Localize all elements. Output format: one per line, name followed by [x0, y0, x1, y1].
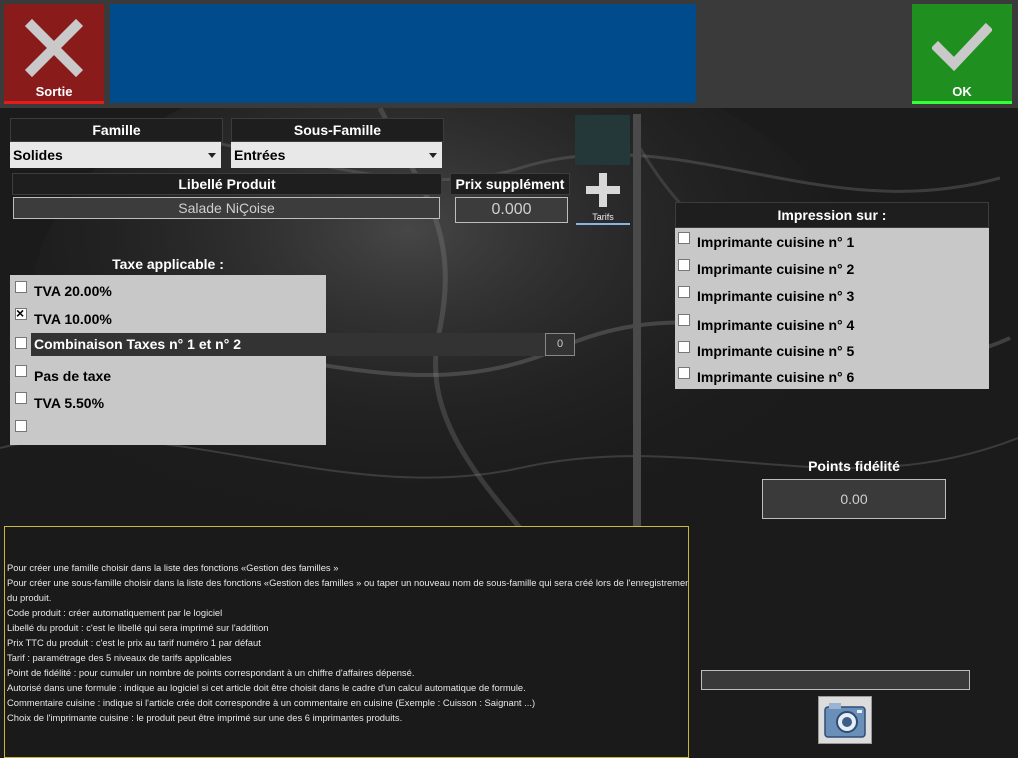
help-line: Choix de l'imprimante cuisine : le produ…: [7, 712, 403, 723]
color-swatch: [575, 115, 630, 165]
help-line: Commentaire cuisine : indique si l'artic…: [7, 697, 536, 708]
help-line: Autorisé dans une formule : indique au l…: [7, 682, 526, 693]
loyalty-input[interactable]: 0.00: [762, 479, 946, 519]
famille-label: Famille: [10, 118, 223, 142]
sous-famille-value: Entrées: [234, 147, 286, 163]
help-line: Libellé du produit : c'est le libellé qu…: [7, 622, 269, 633]
printer-checkbox-3[interactable]: [678, 286, 690, 298]
tax-combo-value[interactable]: 0: [545, 333, 575, 356]
help-panel: Pour créer une famille choisir dans la l…: [4, 526, 689, 758]
tax-combo-row: Combinaison Taxes n° 1 et n° 2: [31, 333, 545, 356]
prix-input[interactable]: 0.000: [455, 197, 568, 223]
famille-select[interactable]: Solides: [10, 142, 221, 168]
dropdown-arrow-icon[interactable]: [424, 142, 442, 168]
tax-panel: [10, 275, 326, 445]
ok-button-label: OK: [952, 84, 972, 99]
tax-label-1: TVA 20.00%: [34, 283, 112, 299]
dropdown-arrow-icon[interactable]: [203, 142, 221, 168]
progress-bar: [701, 670, 970, 690]
help-line: Code produit : créer automatiquement par…: [7, 607, 223, 618]
tax-label-3: Combinaison Taxes n° 1 et n° 2: [34, 336, 241, 352]
printer-checkbox-2[interactable]: [678, 259, 690, 271]
tax-checkbox-6[interactable]: [15, 420, 27, 432]
tax-checkbox-3[interactable]: [15, 337, 27, 349]
libelle-label: Libellé Produit: [12, 173, 442, 195]
printer-label-1: Imprimante cuisine n° 1: [697, 234, 855, 250]
tarifs-underline: [576, 223, 630, 225]
famille-value: Solides: [13, 147, 63, 163]
close-icon: [4, 18, 104, 78]
camera-icon: [824, 703, 866, 738]
print-panel: [675, 228, 989, 389]
print-section-title: Impression sur :: [675, 202, 989, 228]
libelle-input[interactable]: Salade NiÇoise: [13, 197, 440, 219]
tax-checkbox-5[interactable]: [15, 392, 27, 404]
help-line: Prix TTC du produit : c'est le prix au t…: [7, 637, 261, 648]
printer-label-2: Imprimante cuisine n° 2: [697, 261, 855, 277]
checkmark-icon: [912, 18, 1012, 78]
tax-label-2: TVA 10.00%: [34, 311, 112, 327]
title-area: [110, 4, 696, 103]
tax-checkbox-4[interactable]: [15, 365, 27, 377]
tarifs-button[interactable]: Tarifs: [576, 170, 630, 225]
printer-label-5: Imprimante cuisine n° 5: [697, 343, 855, 359]
help-line: Pour créer une sous-famille choisir dans…: [7, 577, 688, 588]
sous-famille-label: Sous-Famille: [231, 118, 444, 142]
tax-checkbox-2[interactable]: [15, 305, 27, 321]
tax-label-5: TVA 5.50%: [34, 395, 105, 411]
printer-checkbox-5[interactable]: [678, 341, 690, 353]
vertical-divider: [633, 114, 641, 526]
printer-checkbox-4[interactable]: [678, 314, 690, 326]
ok-button[interactable]: OK: [912, 4, 1012, 104]
help-line: Point de fidélité : pour cumuler un nomb…: [7, 667, 415, 678]
sous-famille-select[interactable]: Entrées: [231, 142, 442, 168]
tarifs-label: Tarifs: [592, 212, 614, 222]
prix-label: Prix supplément: [450, 173, 570, 195]
plus-icon: [586, 173, 620, 207]
tax-label-4: Pas de taxe: [34, 368, 112, 384]
help-line: du produit.: [7, 592, 52, 603]
help-line: Tarif : paramétrage des 5 niveaux de tar…: [7, 652, 232, 663]
exit-button[interactable]: Sortie: [4, 4, 104, 104]
tax-section-title: Taxe applicable :: [112, 256, 224, 272]
tax-checkbox-1[interactable]: [15, 281, 27, 293]
help-line: Pour créer une famille choisir dans la l…: [7, 562, 339, 573]
exit-button-label: Sortie: [35, 84, 73, 99]
camera-button[interactable]: [818, 696, 872, 744]
printer-label-6: Imprimante cuisine n° 6: [697, 369, 855, 385]
printer-label-3: Imprimante cuisine n° 3: [697, 288, 855, 304]
printer-checkbox-6[interactable]: [678, 367, 690, 379]
printer-checkbox-1[interactable]: [678, 232, 690, 244]
printer-label-4: Imprimante cuisine n° 4: [697, 317, 855, 333]
loyalty-title: Points fidélité: [808, 458, 900, 474]
